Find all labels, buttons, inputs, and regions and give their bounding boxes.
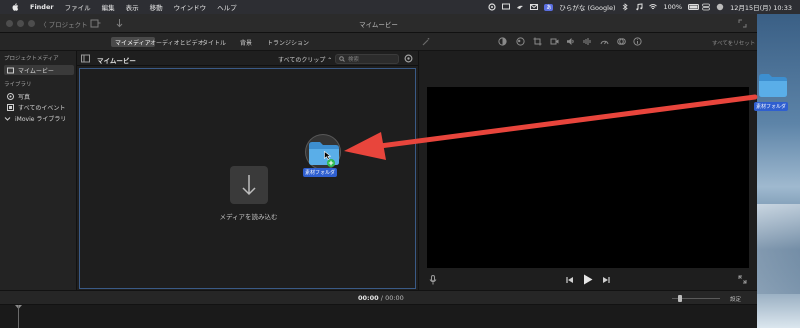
gear-status-icon[interactable] — [488, 3, 497, 11]
sidebar-item-label: すべてのイベント — [18, 104, 66, 112]
fullscreen-icon[interactable] — [737, 18, 748, 29]
display-icon[interactable] — [502, 3, 511, 11]
input-method-icon[interactable]: あ — [544, 3, 554, 11]
noise-reduction-icon[interactable] — [583, 37, 592, 46]
sidebar-item-label: マイムービー — [18, 67, 54, 75]
apple-icon[interactable] — [10, 2, 20, 12]
project-media-header: プロジェクトメディア — [4, 56, 59, 62]
bird-icon[interactable] — [516, 3, 524, 11]
sidebar-item-photos[interactable]: 写真 — [4, 91, 74, 101]
input-method-label[interactable]: ひらがな (Google) — [559, 2, 615, 12]
crop-icon[interactable] — [533, 37, 542, 46]
volume-icon[interactable] — [566, 37, 575, 46]
control-center-icon[interactable] — [702, 3, 710, 11]
playback-controls — [419, 272, 758, 288]
dragged-folder-label: 素材フォルダ — [303, 168, 338, 177]
timeline-toolbar: 00:00 / 00:00 設定 — [0, 290, 757, 305]
desktop-folder-label[interactable]: 素材フォルダ — [754, 102, 789, 111]
menu-go[interactable]: 移動 — [150, 2, 163, 12]
desktop-wallpaper — [756, 14, 800, 328]
browser-title: マイムービー — [97, 57, 136, 65]
import-arrow-icon — [242, 175, 256, 196]
battery-icon[interactable] — [688, 3, 700, 11]
battery-percent[interactable]: 100% — [663, 3, 682, 11]
timeline[interactable] — [0, 305, 757, 328]
sidebar: プロジェクトメディア マイムービー ライブラリ 写真 すべてのイベント iMov… — [0, 51, 77, 290]
tab-bar: マイメディア オーディオとビデオ タイトル 背景 トランジション すべてをリセッ… — [0, 33, 757, 51]
menu-bar: Finder ファイル 編集 表示 移動 ウインドウ ヘルプ あ ひらがな (G… — [0, 0, 800, 14]
menubar-clock[interactable]: 12月15日(月) 10:33 — [730, 2, 792, 12]
bluetooth-icon[interactable] — [621, 3, 629, 11]
mouse-cursor-icon — [324, 151, 331, 160]
expand-icon[interactable] — [738, 275, 747, 284]
menu-finder[interactable]: Finder — [30, 3, 54, 11]
playhead[interactable] — [18, 305, 19, 328]
media-drop-zone[interactable]: メディアを読み込む — [79, 68, 416, 289]
sidebar-item-all-events[interactable]: すべてのイベント — [4, 102, 74, 112]
menu-view[interactable]: 表示 — [126, 2, 139, 12]
window-title: マイムービー — [359, 21, 398, 29]
stabilization-icon[interactable] — [550, 37, 559, 46]
event-icon — [7, 103, 14, 111]
import-media-button[interactable] — [230, 166, 268, 204]
magic-wand-icon[interactable] — [422, 37, 431, 46]
menu-edit[interactable]: 編集 — [102, 2, 115, 12]
music-icon[interactable] — [635, 3, 643, 11]
tab-transitions[interactable]: トランジション — [263, 37, 313, 47]
menu-window[interactable]: ウインドウ — [174, 2, 207, 12]
library-header: ライブラリ — [4, 82, 32, 88]
photos-icon — [7, 92, 14, 100]
current-time: 00:00 — [358, 294, 379, 302]
title-bar: 〈 プロジェクト マイムービー — [0, 14, 757, 33]
search-input[interactable]: 検索 — [335, 54, 399, 64]
gear-icon[interactable] — [404, 54, 413, 63]
film-icon — [7, 67, 14, 73]
total-time: 00:00 — [385, 294, 404, 302]
search-icon — [339, 56, 345, 62]
clip-filter-icon[interactable] — [617, 37, 626, 46]
mail-icon[interactable] — [530, 3, 539, 11]
microphone-icon[interactable] — [429, 275, 437, 285]
sidebar-toggle-icon[interactable] — [81, 54, 90, 63]
viewer — [418, 51, 757, 290]
color-balance-icon[interactable] — [498, 37, 507, 46]
info-icon[interactable] — [633, 37, 642, 46]
siri-icon[interactable] — [716, 3, 724, 11]
wifi-icon[interactable] — [649, 3, 658, 11]
sidebar-item-my-movie[interactable]: マイムービー — [4, 65, 74, 75]
sidebar-item-label: 写真 — [18, 93, 31, 101]
speed-icon[interactable] — [600, 37, 609, 46]
skip-forward-icon[interactable] — [602, 276, 610, 284]
time-separator: / — [380, 294, 383, 302]
play-icon[interactable] — [583, 274, 593, 285]
browser-header: マイムービー すべてのクリップ ⌃ 検索 — [77, 51, 418, 66]
dragged-folder[interactable] — [305, 134, 341, 170]
skip-back-icon[interactable] — [566, 276, 574, 284]
tab-backgrounds[interactable]: 背景 — [236, 37, 256, 47]
menu-file[interactable]: ファイル — [65, 2, 91, 12]
viewer-screen — [427, 87, 749, 268]
clips-filter-select[interactable]: すべてのクリップ ⌃ — [278, 55, 332, 64]
media-browser: マイムービー すべてのクリップ ⌃ 検索 メディアを読み込む — [77, 51, 418, 290]
menu-help[interactable]: ヘルプ — [217, 2, 237, 12]
search-placeholder: 検索 — [348, 57, 360, 63]
zoom-slider-knob[interactable] — [678, 295, 682, 302]
color-correction-icon[interactable] — [516, 37, 525, 46]
timecode: 00:00 / 00:00 — [358, 294, 404, 302]
tab-titles[interactable]: タイトル — [198, 37, 230, 47]
sidebar-item-label: iMovie ライブラリ — [15, 115, 67, 123]
timeline-settings-button[interactable]: 設定 — [730, 295, 741, 303]
chevron-down-icon[interactable] — [4, 115, 11, 122]
sidebar-item-imovie-library[interactable]: iMovie ライブラリ — [1, 113, 71, 123]
import-media-label: メディアを読み込む — [219, 213, 278, 221]
reset-all-button[interactable]: すべてをリセット — [712, 39, 755, 47]
imovie-window: 〈 プロジェクト マイムービー マイメディア オーディオとビデオ タイトル 背景… — [0, 14, 757, 328]
desktop-folder-icon[interactable] — [758, 72, 788, 98]
